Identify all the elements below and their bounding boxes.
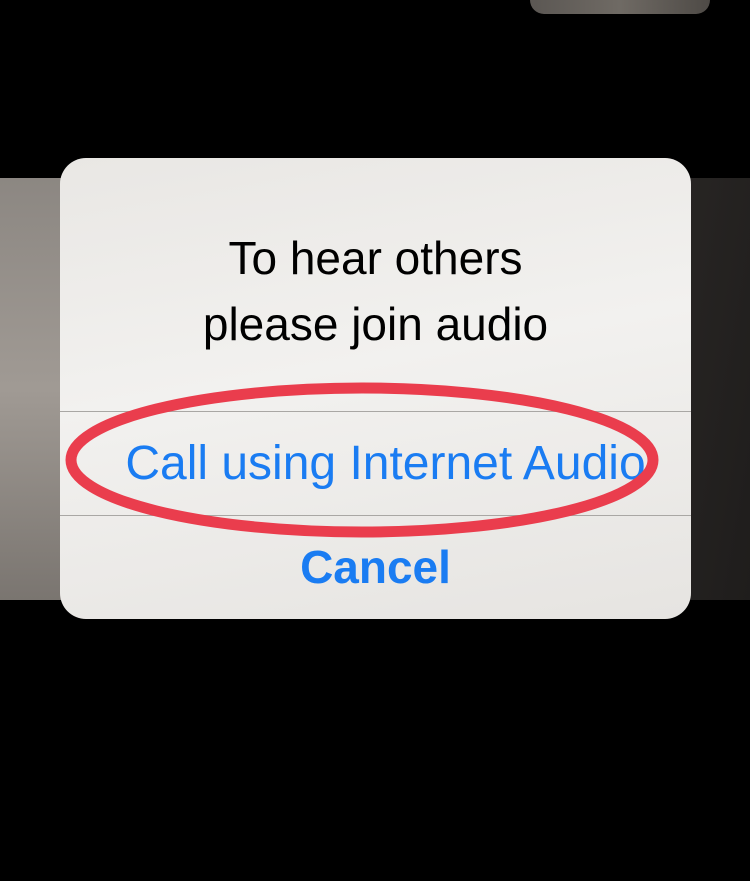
alert-title: To hear others please join audio: [60, 225, 691, 357]
cancel-button[interactable]: Cancel: [60, 516, 691, 619]
alert-title-line-1: To hear others: [228, 232, 523, 284]
alert-title-line-2: please join audio: [202, 298, 549, 350]
join-audio-alert: To hear others please join audio Call us…: [60, 158, 691, 619]
call-using-internet-audio-button[interactable]: Call using Internet Audio: [60, 412, 691, 515]
meeting-screen: To hear others please join audio Call us…: [0, 0, 750, 881]
alert-header: To hear others please join audio: [60, 158, 691, 411]
self-view-thumbnail[interactable]: [530, 0, 710, 14]
